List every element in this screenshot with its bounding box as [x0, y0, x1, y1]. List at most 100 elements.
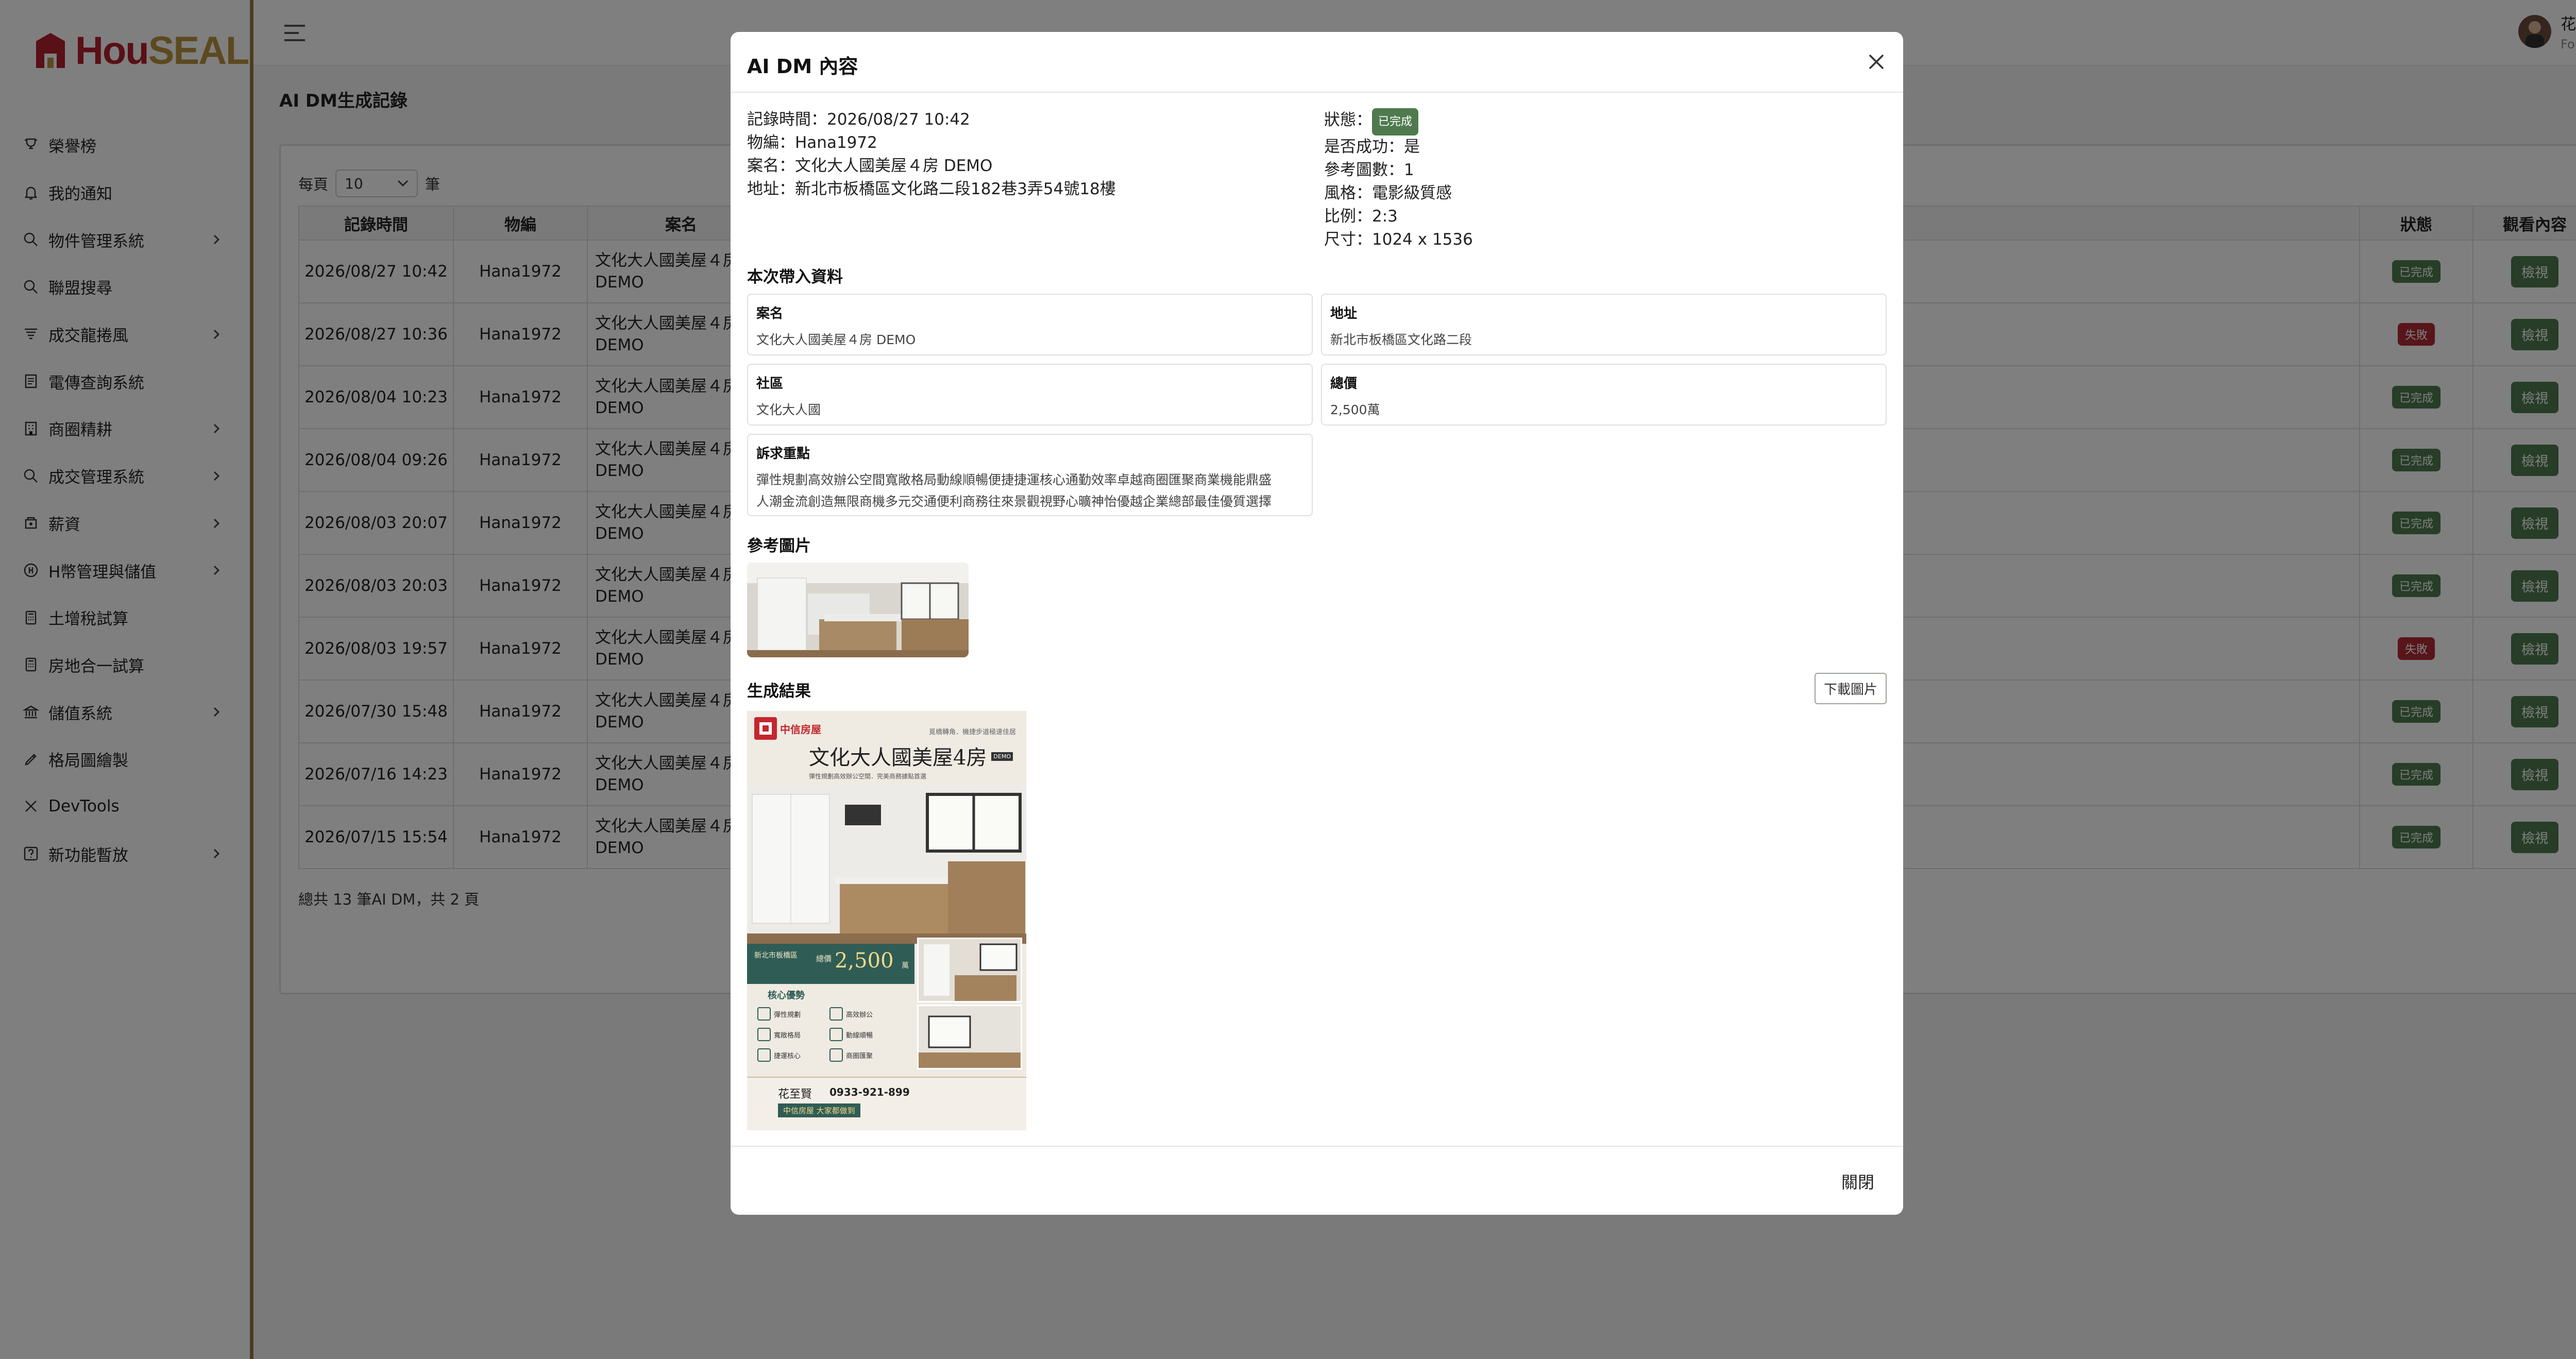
info-row: 是否成功：是	[1324, 135, 1473, 159]
input-section-title: 本次帶入資料	[747, 268, 843, 286]
dm-feature-label: 動線順暢	[846, 1031, 873, 1040]
field-appeal: 訴求重點 彈性規劃高效辦公空間寬敞格局動線順暢便捷捷運核心通勤效率卓越商圈匯聚商…	[747, 434, 1313, 516]
info-value: 電影級質感	[1372, 184, 1452, 202]
dm-feature-icon	[757, 1028, 771, 1041]
info-label: 記錄時間：	[747, 110, 827, 129]
info-label: 比例：	[1324, 207, 1372, 226]
dm-price-label: 總價	[816, 954, 832, 963]
field-community-value: 文化大人國	[756, 402, 821, 417]
info-row: 記錄時間：2026/08/27 10:42	[747, 108, 1116, 131]
modal-footer: 關閉	[731, 1146, 1903, 1215]
info-label: 地址：	[747, 180, 795, 198]
dm-feature-label: 彈性規劃	[774, 1011, 801, 1019]
ai-dm-modal: AI DM 內容 記錄時間：2026/08/27 10:42 物編：Hana197…	[731, 32, 1903, 1215]
info-label-status: 狀態：	[1324, 111, 1372, 129]
info-row: 地址：新北市板橋區文化路二段182巷3弄54號18樓	[747, 178, 1116, 201]
dm-brand-name: 中信房屋	[780, 723, 821, 736]
info-value: 1024 x 1536	[1372, 230, 1473, 249]
info-value: 新北市板橋區文化路二段182巷3弄54號18樓	[795, 180, 1116, 198]
info-label: 物編：	[747, 133, 795, 152]
field-address-label: 地址	[1330, 306, 1358, 321]
dm-phone: 0933-921-899	[829, 1086, 910, 1098]
dm-feature-label: 商圈匯聚	[846, 1052, 873, 1060]
field-community: 社區 文化大人國	[747, 364, 1313, 426]
reference-image[interactable]	[747, 563, 969, 657]
dm-feature-icon	[757, 1007, 771, 1021]
dm-brand: 中信房屋	[754, 717, 821, 740]
dm-price: 2,500	[835, 949, 894, 973]
field-price-value: 2,500萬	[1330, 402, 1380, 417]
close-icon[interactable]	[1866, 52, 1887, 72]
dm-title: 文化大人國美屋4房	[809, 746, 987, 770]
info-row: 風格：電影級質感	[1324, 182, 1473, 205]
field-case-name-label: 案名	[756, 306, 784, 321]
dm-section-title: 核心優勢	[768, 990, 805, 1001]
info-label: 風格：	[1324, 184, 1372, 202]
dm-feature-item: 寬敞格局	[757, 1024, 829, 1045]
dm-thumb-2	[917, 1005, 1022, 1069]
dm-feature-label: 捷運核心	[774, 1052, 801, 1060]
status-badge: 已完成	[1372, 108, 1419, 135]
field-price: 總價 2,500萬	[1321, 364, 1887, 426]
dm-feature-label: 寬敞格局	[774, 1031, 801, 1040]
dm-price-unit: 萬	[902, 962, 909, 970]
dm-agent: 花至賢	[778, 1088, 812, 1101]
info-label: 是否成功：	[1324, 138, 1404, 156]
dm-feature-item: 動線順暢	[829, 1024, 902, 1045]
field-appeal-line-2: 人潮金流創造無限商機多元交通便利商務往來景觀視野心曠神怡優越企業總部最佳優質選擇	[756, 494, 1272, 509]
field-appeal-label: 訴求重點	[756, 446, 810, 462]
info-value: 2:3	[1372, 207, 1398, 226]
info-value: 是	[1404, 138, 1420, 156]
field-appeal-value: 彈性規劃高效辦公空間寬敞格局動線順暢便捷捷運核心通勤效率卓越商圈匯聚商業機能鼎盛…	[756, 469, 1303, 513]
modal-close-button[interactable]: 關閉	[1841, 1169, 1874, 1193]
field-appeal-line-1: 彈性規劃高效辦公空間寬敞格局動線順暢便捷捷運核心通勤效率卓越商圈匯聚商業機能鼎盛	[756, 472, 1272, 487]
dm-feature-item: 高效辦公	[829, 1004, 902, 1024]
field-address-value: 新北市板橋區文化路二段	[1330, 332, 1472, 347]
field-case-name-value: 文化大人國美屋４房 DEMO	[756, 332, 916, 347]
record-info-left: 記錄時間：2026/08/27 10:42 物編：Hana1972 案名：文化大人國…	[747, 108, 1116, 201]
info-row: 參考圖數：1	[1324, 159, 1473, 182]
info-label: 案名：	[747, 157, 795, 175]
info-row: 尺寸：1024 x 1536	[1324, 228, 1473, 251]
modal-title: AI DM 內容	[747, 55, 858, 78]
dm-feature-label: 高效辦公	[846, 1011, 873, 1019]
info-value: Hana1972	[795, 133, 877, 152]
dm-location: 新北市板橋區	[754, 952, 798, 960]
dm-thumb-1	[917, 938, 1022, 1003]
ref-section-title: 參考圖片	[747, 537, 811, 555]
generated-dm-image[interactable]: 中信房屋 覓橋轉角．機捷步道極速佳居 文化大人國美屋4房 DEMO 彈性規劃高效…	[747, 711, 1026, 1130]
download-image-button[interactable]: 下載圖片	[1814, 673, 1887, 704]
dm-feature-item: 彈性規劃	[757, 1004, 829, 1024]
dm-feature-icon	[829, 1028, 843, 1041]
field-community-label: 社區	[756, 376, 784, 392]
info-row: 比例：2:3	[1324, 205, 1473, 228]
dm-price-panel: 新北市板橋區 總價 2,500 萬	[747, 944, 914, 984]
info-label: 參考圖數：	[1324, 161, 1404, 179]
dm-tagline: 覓橋轉角．機捷步道極速佳居	[928, 728, 1016, 736]
field-case-name: 案名 文化大人國美屋４房 DEMO	[747, 294, 1313, 355]
info-row: 案名：文化大人國美屋４房 DEMO	[747, 155, 1116, 178]
dm-slogan: 中信房屋 大家都做到	[778, 1103, 860, 1117]
info-label: 尺寸：	[1324, 230, 1372, 249]
info-value: 文化大人國美屋４房 DEMO	[795, 157, 993, 175]
dm-feature-item: 商圈匯聚	[829, 1045, 902, 1065]
info-row-status: 狀態： 已完成	[1324, 108, 1473, 135]
dm-subtitle: 彈性規劃高效辦公空間．完美商務據點首選	[809, 773, 927, 780]
field-address: 地址 新北市板橋區文化路二段	[1321, 294, 1887, 355]
result-section-title: 生成結果	[747, 682, 811, 701]
dm-feature-icon	[829, 1007, 843, 1021]
modal-header: AI DM 內容	[731, 32, 1903, 93]
info-value: 1	[1404, 161, 1414, 179]
dm-footer: 花至賢 0933-921-899 中信房屋 大家都做到	[747, 1077, 1026, 1130]
dm-title-badge: DEMO	[991, 752, 1013, 761]
record-info-right: 狀態： 已完成 是否成功：是 參考圖數：1 風格：電影級質感 比例：2:3 尺寸：1024…	[1324, 108, 1473, 251]
dm-brand-logo-icon	[754, 717, 777, 740]
dm-hero-photo	[747, 784, 1026, 944]
info-row: 物編：Hana1972	[747, 131, 1116, 155]
app-root: HouSEAL 榮譽榜我的通知物件管理系統聯盟搜尋成交龍捲風電傳查詢系統商圈精耕…	[0, 0, 2576, 1359]
dm-feature-list: 彈性規劃 高效辦公寬敞格局 動線順暢捷運核心 商圈匯聚	[757, 1004, 912, 1065]
dm-feature-icon	[757, 1048, 771, 1062]
field-price-label: 總價	[1330, 376, 1358, 392]
dm-feature-icon	[829, 1048, 843, 1062]
info-value: 2026/08/27 10:42	[827, 110, 970, 129]
